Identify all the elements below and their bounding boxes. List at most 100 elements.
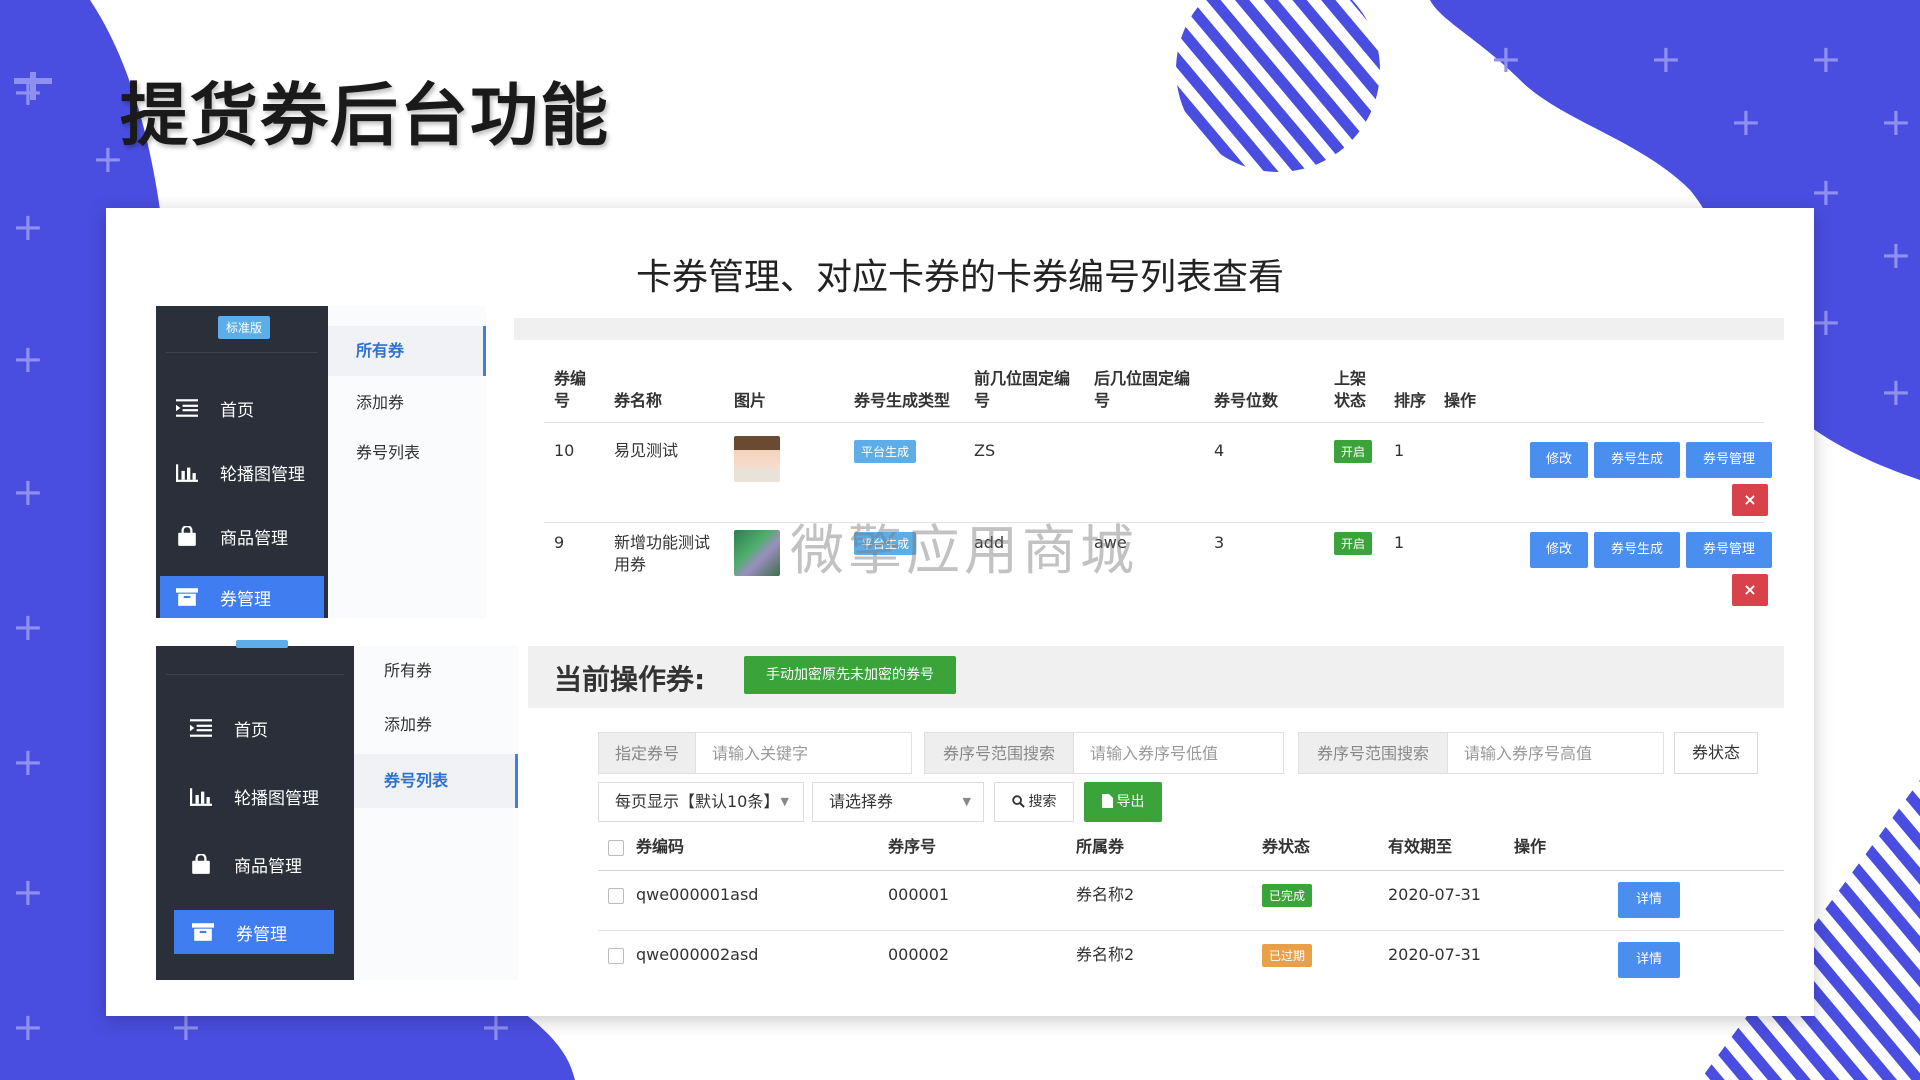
th-status: 券状态	[1262, 837, 1311, 856]
svg-text:+: +	[1810, 37, 1842, 81]
th-coupon: 所属券	[1076, 837, 1125, 856]
sidebar-item-products[interactable]: 商品管理	[156, 514, 328, 558]
bag-icon	[192, 854, 210, 874]
sidebar-item-label: 首页	[220, 400, 254, 421]
th-status: 上架 状态	[1334, 369, 1367, 410]
caret-down-icon: ▼	[962, 795, 971, 808]
code-filter-input[interactable]: 请输入关键字	[696, 732, 912, 774]
cell-code: qwe000002asd	[636, 945, 759, 964]
select-all-checkbox[interactable]	[608, 840, 624, 856]
th-id: 券编号	[554, 369, 587, 410]
svg-text:+: +	[1730, 100, 1762, 144]
version-badge: 标准版	[218, 316, 271, 339]
th-actions: 操作	[1514, 837, 1547, 856]
edit-button[interactable]: 修改	[1530, 442, 1588, 478]
manage-numbers-button[interactable]: 券号管理	[1686, 532, 1772, 568]
cell-sort: 1	[1394, 441, 1405, 460]
sidebar-item-label: 轮播图管理	[220, 464, 305, 485]
svg-text:+: +	[12, 740, 44, 784]
subnav-add-coupon[interactable]: 添加券	[328, 378, 486, 428]
bar-chart-icon	[176, 464, 198, 482]
manage-numbers-button[interactable]: 券号管理	[1686, 442, 1772, 478]
sidebar-item-label: 商品管理	[234, 856, 302, 877]
th-gen-type: 券号生成类型	[854, 391, 951, 410]
code-filter-label: 指定券号	[598, 732, 696, 774]
generate-numbers-button[interactable]: 券号生成	[1594, 442, 1680, 478]
cell-code: qwe000001asd	[636, 885, 759, 904]
sidebar-item-home[interactable]: 首页	[156, 708, 354, 748]
cell-expire: 2020-07-31	[1388, 945, 1481, 964]
th-name: 券名称	[614, 391, 663, 410]
bag-icon	[178, 526, 196, 546]
sidebar-item-home[interactable]: 首页	[156, 386, 328, 430]
screenshot-card: 卡券管理、对应卡券的卡券编号列表查看 标准版 首页 轮播图管理 商品管理 券管理…	[106, 208, 1814, 1016]
caret-down-icon: ▼	[780, 795, 789, 808]
list-icon	[190, 719, 212, 737]
svg-text:+: +	[1490, 37, 1522, 81]
cell-prefix: ZS	[974, 441, 996, 460]
cell-expire: 2020-07-31	[1388, 885, 1481, 904]
status-badge: 已完成	[1262, 884, 1313, 907]
row-checkbox[interactable]	[608, 888, 624, 904]
page-size-select[interactable]: 每页显示【默认10条】 ▼	[598, 782, 804, 822]
cell-coupon: 券名称2	[1076, 945, 1135, 964]
cell-id: 10	[554, 441, 575, 460]
svg-text:+: +	[1880, 233, 1912, 277]
sidebar-item-products[interactable]: 商品管理	[156, 844, 354, 884]
delete-button[interactable]: ×	[1732, 574, 1768, 606]
subnav-coupon-numbers[interactable]: 券号列表	[328, 428, 486, 478]
range-low-input[interactable]: 请输入券序号低值	[1074, 732, 1284, 774]
subnav-all-coupons[interactable]: 所有券	[328, 326, 486, 376]
status-badge: 已过期	[1262, 944, 1313, 967]
sidebar-item-carousel[interactable]: 轮播图管理	[156, 450, 328, 494]
cell-id: 9	[554, 533, 565, 552]
sidebar-item-coupons[interactable]: 券管理	[160, 576, 324, 618]
current-coupon-label: 当前操作券:	[554, 663, 706, 696]
detail-button[interactable]: 详情	[1618, 942, 1680, 978]
sidebar-item-label: 券管理	[236, 924, 287, 945]
watermark: 微擎应用商城	[790, 519, 1138, 582]
search-button[interactable]: 搜索	[994, 782, 1074, 822]
generate-numbers-button[interactable]: 券号生成	[1594, 532, 1680, 568]
sidebar-item-carousel[interactable]: 轮播图管理	[156, 776, 354, 816]
search-icon	[1011, 795, 1025, 808]
coupon-image-girl	[734, 436, 780, 482]
subnav-add-coupon[interactable]: 添加券	[354, 700, 518, 750]
svg-text:+: +	[12, 1005, 44, 1049]
subnav-panel2: 所有券 添加券 券号列表	[354, 646, 518, 980]
sidebar-panel1: 标准版 首页 轮播图管理 商品管理 券管理	[156, 306, 328, 618]
th-code: 券编码	[636, 837, 685, 856]
range-low-label: 券序号范围搜索	[924, 732, 1074, 774]
subnav-coupon-numbers[interactable]: 券号列表	[354, 754, 518, 808]
th-serial: 券序号	[888, 837, 937, 856]
coupon-select[interactable]: 请选择券 ▼	[812, 782, 984, 822]
range-high-input[interactable]: 请输入券序号高值	[1448, 732, 1664, 774]
sidebar-item-coupons[interactable]: 券管理	[174, 910, 334, 954]
archive-icon	[176, 588, 198, 606]
coupon-table-panel: 券编号 券名称 图片 券号生成类型 前几位固定编号 后几位固定编号 券号位数 上…	[514, 318, 1784, 640]
current-coupon-bar: 当前操作券: 手动加密原先未加密的券号	[528, 646, 1784, 708]
svg-text:+: +	[12, 70, 44, 114]
th-image: 图片	[734, 391, 767, 410]
subnav-panel1: 所有券 添加券 券号列表	[328, 306, 486, 618]
detail-button[interactable]: 详情	[1618, 882, 1680, 918]
status-filter[interactable]: 券状态	[1674, 732, 1758, 774]
cell-serial: 000002	[888, 945, 950, 964]
cell-serial: 000001	[888, 885, 950, 904]
cell-digits: 4	[1214, 441, 1225, 460]
subnav-all-coupons[interactable]: 所有券	[354, 646, 518, 696]
sidebar-item-label: 商品管理	[220, 528, 288, 549]
cell-name: 新增功能测试用券	[614, 533, 711, 574]
svg-text:+: +	[12, 470, 44, 514]
delete-button[interactable]: ×	[1732, 484, 1768, 516]
cell-digits: 3	[1214, 533, 1225, 552]
status-badge: 开启	[1334, 440, 1373, 463]
encrypt-numbers-button[interactable]: 手动加密原先未加密的券号	[744, 656, 956, 694]
export-button[interactable]: 导出	[1084, 782, 1162, 822]
row-checkbox[interactable]	[608, 948, 624, 964]
svg-text:+: +	[12, 205, 44, 249]
th-suffix: 后几位固定编号	[1094, 369, 1191, 410]
bar-chart-icon	[190, 788, 212, 806]
edit-button[interactable]: 修改	[1530, 532, 1588, 568]
gen-type-tag: 平台生成	[854, 440, 917, 463]
